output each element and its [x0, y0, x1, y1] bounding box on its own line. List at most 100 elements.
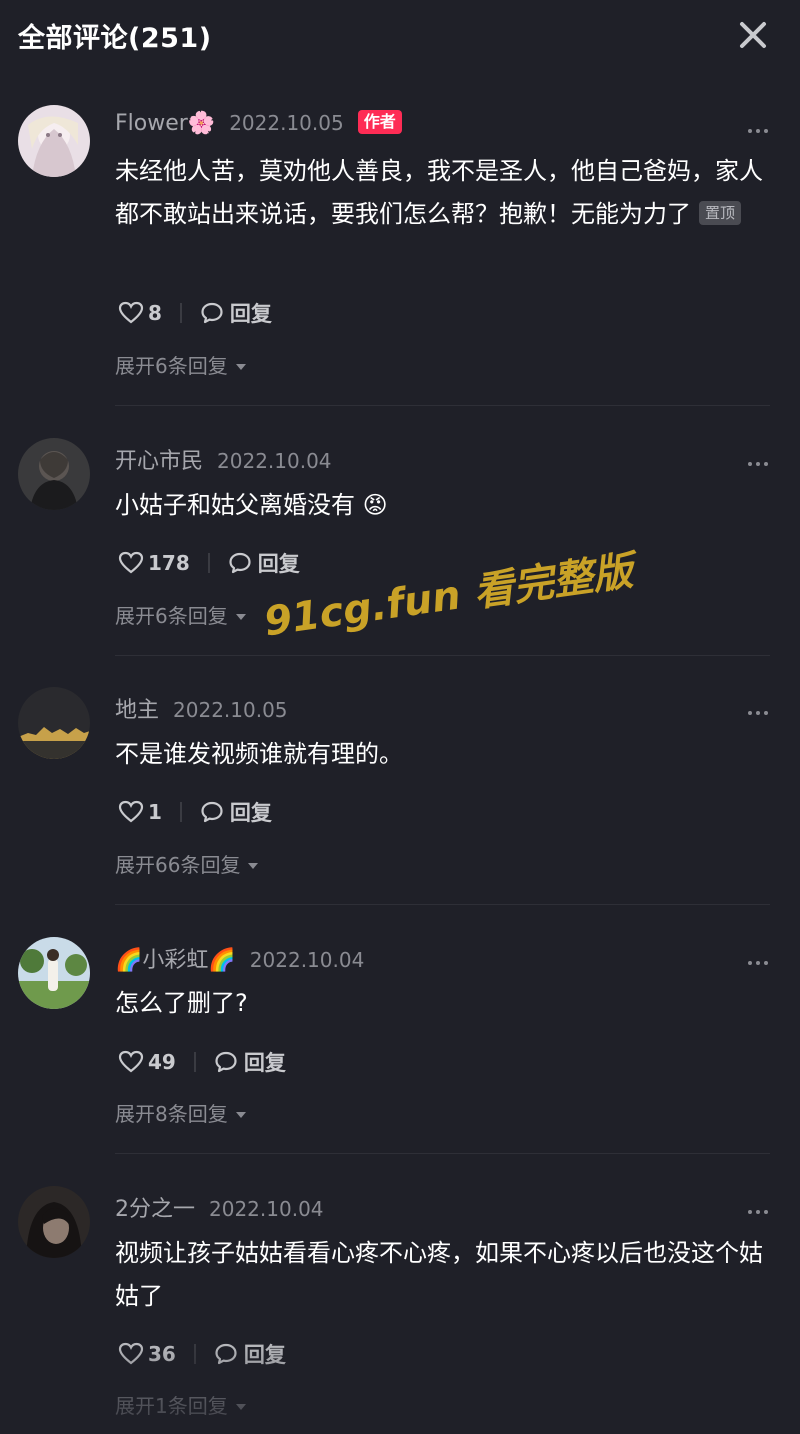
heart-outline-icon: [118, 551, 144, 574]
expand-replies-label: 展开6条回复: [115, 604, 228, 628]
more-button[interactable]: [748, 1206, 772, 1218]
close-button[interactable]: [736, 18, 770, 52]
speech-bubble-icon: [229, 552, 251, 574]
comment-header: 地主 2022.10.05: [115, 692, 288, 724]
comment-header: 🌈小彩虹🌈 2022.10.04: [115, 942, 364, 974]
more-button[interactable]: [748, 957, 772, 969]
reply-button[interactable]: 回复: [200, 797, 272, 827]
avatar[interactable]: [18, 438, 90, 510]
heart-outline-icon: [118, 1050, 144, 1073]
divider: [115, 904, 770, 905]
expand-replies-label: 展开6条回复: [115, 354, 228, 378]
username[interactable]: 2分之一: [115, 1197, 195, 1222]
like-button[interactable]: 1: [118, 800, 162, 824]
more-button[interactable]: [748, 458, 772, 470]
close-icon: [740, 22, 766, 48]
chevron-down-icon: [248, 863, 259, 869]
like-count: 178: [148, 551, 190, 575]
comment-body: 视频让孩子姑姑看看心疼不心疼，如果不心疼以后也没这个姑姑了: [115, 1239, 763, 1310]
comment-header: 开心市民 2022.10.04: [115, 443, 332, 475]
comment-text: 视频让孩子姑姑看看心疼不心疼，如果不心疼以后也没这个姑姑了: [115, 1232, 780, 1318]
username[interactable]: 🌈小彩虹🌈: [115, 948, 236, 973]
expand-replies[interactable]: 展开6条回复: [115, 350, 246, 379]
more-dots-icon: [748, 129, 752, 133]
avatar[interactable]: [18, 1186, 90, 1258]
reply-label: 回复: [257, 552, 300, 576]
comment-text: 怎么了删了?: [115, 982, 780, 1025]
divider: [115, 1153, 770, 1154]
chevron-down-icon: [235, 1112, 246, 1118]
comments-header: 全部评论(251): [0, 0, 800, 72]
like-count: 8: [148, 301, 162, 325]
chevron-down-icon: [235, 1404, 246, 1410]
like-count: 49: [148, 1050, 176, 1074]
more-dots-icon: [748, 1210, 752, 1214]
speech-bubble-icon: [215, 1051, 237, 1073]
expand-replies[interactable]: 展开8条回复: [115, 1098, 246, 1127]
comment-actions: 1 回复: [118, 797, 272, 827]
comment-text: 未经他人苦，莫劝他人善良，我不是圣人，他自己爸妈，家人都不敢站出来说话，要我们怎…: [115, 150, 780, 236]
page-title: 全部评论(251): [18, 23, 212, 54]
comment-body: 怎么了删了?: [115, 989, 248, 1017]
like-button[interactable]: 8: [118, 301, 162, 325]
reply-button[interactable]: 回复: [200, 298, 272, 328]
reply-button[interactable]: 回复: [214, 1047, 286, 1077]
comment-actions: 8 回复: [118, 298, 272, 328]
expand-replies-label: 展开1条回复: [115, 1394, 228, 1418]
action-divider: [179, 802, 182, 822]
comment-date: 2022.10.04: [249, 948, 365, 972]
heart-outline-icon: [118, 1342, 144, 1365]
more-dots-icon: [748, 961, 752, 965]
like-button[interactable]: 49: [118, 1050, 176, 1074]
expand-replies[interactable]: 展开6条回复: [115, 600, 246, 629]
speech-bubble-icon: [201, 302, 223, 324]
watermark-text: 91cg.fun 看完整版: [261, 548, 636, 646]
pinned-badge: 置顶: [699, 201, 742, 225]
divider: [115, 405, 770, 406]
expand-replies-label: 展开66条回复: [115, 853, 241, 877]
avatar[interactable]: [18, 937, 90, 1009]
comment-actions: 36 回复: [118, 1339, 286, 1369]
heart-outline-icon: [118, 301, 144, 324]
chevron-down-icon: [235, 614, 246, 620]
avatar[interactable]: [18, 105, 90, 177]
expand-replies[interactable]: 展开66条回复: [115, 849, 259, 878]
username[interactable]: 开心市民: [115, 449, 203, 474]
comment-actions: 49 回复: [118, 1047, 286, 1077]
more-dots-icon: [748, 711, 752, 715]
comment-actions: 178 回复: [118, 548, 300, 578]
comment-date: 2022.10.05: [229, 111, 344, 135]
comment-text: 不是谁发视频谁就有理的。: [115, 733, 780, 776]
chevron-down-icon: [235, 364, 246, 370]
like-count: 1: [148, 800, 162, 824]
comment-date: 2022.10.04: [217, 449, 332, 473]
username[interactable]: 地主: [115, 698, 159, 723]
comment-body: 小姑子和姑父离婚没有 😡: [115, 491, 388, 519]
comment-header: 2分之一 2022.10.04: [115, 1191, 324, 1223]
action-divider: [193, 1344, 196, 1364]
action-divider: [207, 553, 210, 573]
more-button[interactable]: [748, 707, 772, 719]
reply-label: 回复: [243, 1343, 286, 1367]
like-button[interactable]: 36: [118, 1342, 176, 1366]
comment-text: 小姑子和姑父离婚没有 😡: [115, 484, 780, 527]
like-count: 36: [148, 1342, 176, 1366]
expand-replies[interactable]: 展开1条回复: [115, 1390, 246, 1419]
more-dots-icon: [748, 462, 752, 466]
reply-label: 回复: [229, 801, 272, 825]
heart-outline-icon: [118, 800, 144, 823]
action-divider: [179, 303, 182, 323]
like-button[interactable]: 178: [118, 551, 190, 575]
reply-label: 回复: [229, 302, 272, 326]
reply-button[interactable]: 回复: [228, 548, 300, 578]
username[interactable]: Flower🌸: [115, 111, 215, 136]
expand-replies-label: 展开8条回复: [115, 1102, 228, 1126]
more-button[interactable]: [748, 125, 772, 137]
author-badge: 作者: [357, 110, 402, 134]
comment-date: 2022.10.04: [209, 1197, 324, 1221]
divider: [115, 655, 770, 656]
reply-button[interactable]: 回复: [214, 1339, 286, 1369]
comment-date: 2022.10.05: [173, 698, 288, 722]
avatar[interactable]: [18, 687, 90, 759]
speech-bubble-icon: [215, 1343, 237, 1365]
